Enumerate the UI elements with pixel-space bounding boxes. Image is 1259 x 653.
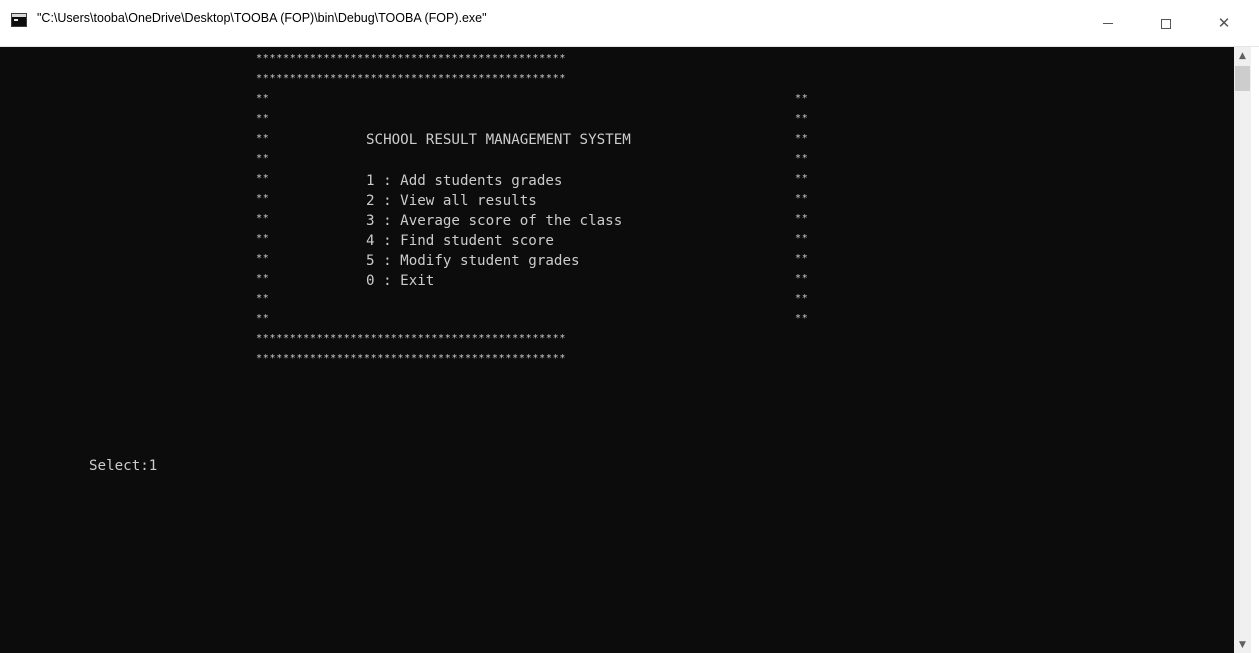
scroll-up-icon[interactable]: ▲ [1234,47,1251,64]
console-output[interactable]: ** ** ** ** ** ** ** ** ** ** ** ** ** ** ** ** ** ** ** **… [0,47,1234,653]
close-icon: ✕ [1217,14,1231,32]
close-button[interactable]: ✕ [1198,0,1250,47]
border-bottom-2: ****************************************… [256,353,567,364]
vertical-scrollbar[interactable]: ▲ ▼ [1234,47,1251,653]
border-right: ** [795,173,809,184]
border-bottom-1: ****************************************… [256,333,567,344]
menu-heading: SCHOOL RESULT MANAGEMENT SYSTEM [366,132,631,148]
menu-option: 0 : Exit [366,273,435,289]
border-left: ** [256,133,270,144]
border-left: ** [256,193,270,204]
border-right: ** [795,113,809,124]
border-left: ** [256,173,270,184]
title-bar[interactable]: "C:\Users\tooba\OneDrive\Desktop\TOOBA (… [0,0,1259,47]
select-prompt[interactable]: Select:1 [89,456,157,476]
border-left: ** [256,313,270,324]
border-left: ** [256,253,270,264]
menu-option: 2 : View all results [366,193,537,209]
border-right: ** [795,233,809,244]
menu-option: 1 : Add students grades [366,173,563,189]
scroll-down-icon[interactable]: ▼ [1234,636,1251,653]
window-title: "C:\Users\tooba\OneDrive\Desktop\TOOBA (… [37,11,487,25]
border-right: ** [795,253,809,264]
console-window: "C:\Users\tooba\OneDrive\Desktop\TOOBA (… [0,0,1259,653]
border-top-1: ****************************************… [256,53,567,64]
menu-option: 4 : Find student score [366,233,554,249]
maximize-button[interactable] [1140,0,1192,47]
minimize-button[interactable] [1082,0,1134,47]
border-left: ** [256,293,270,304]
console-app-icon[interactable] [11,13,27,27]
border-right: ** [795,193,809,204]
border-left: ** [256,273,270,284]
menu-option: 5 : Modify student grades [366,253,580,269]
maximize-icon [1161,18,1171,29]
border-left: ** [256,113,270,124]
menu-option: 3 : Average score of the class [366,213,623,229]
border-top-2: ****************************************… [256,73,567,84]
border-left: ** [256,213,270,224]
minimize-icon [1103,23,1113,24]
border-right: ** [795,153,809,164]
border-right: ** [795,273,809,284]
border-right: ** [795,293,809,304]
window-edge [1251,47,1259,653]
border-right: ** [795,93,809,104]
border-left: ** [256,93,270,104]
border-right: ** [795,133,809,144]
border-left: ** [256,233,270,244]
border-right: ** [795,313,809,324]
scroll-thumb[interactable] [1235,66,1250,91]
border-right: ** [795,213,809,224]
border-left: ** [256,153,270,164]
